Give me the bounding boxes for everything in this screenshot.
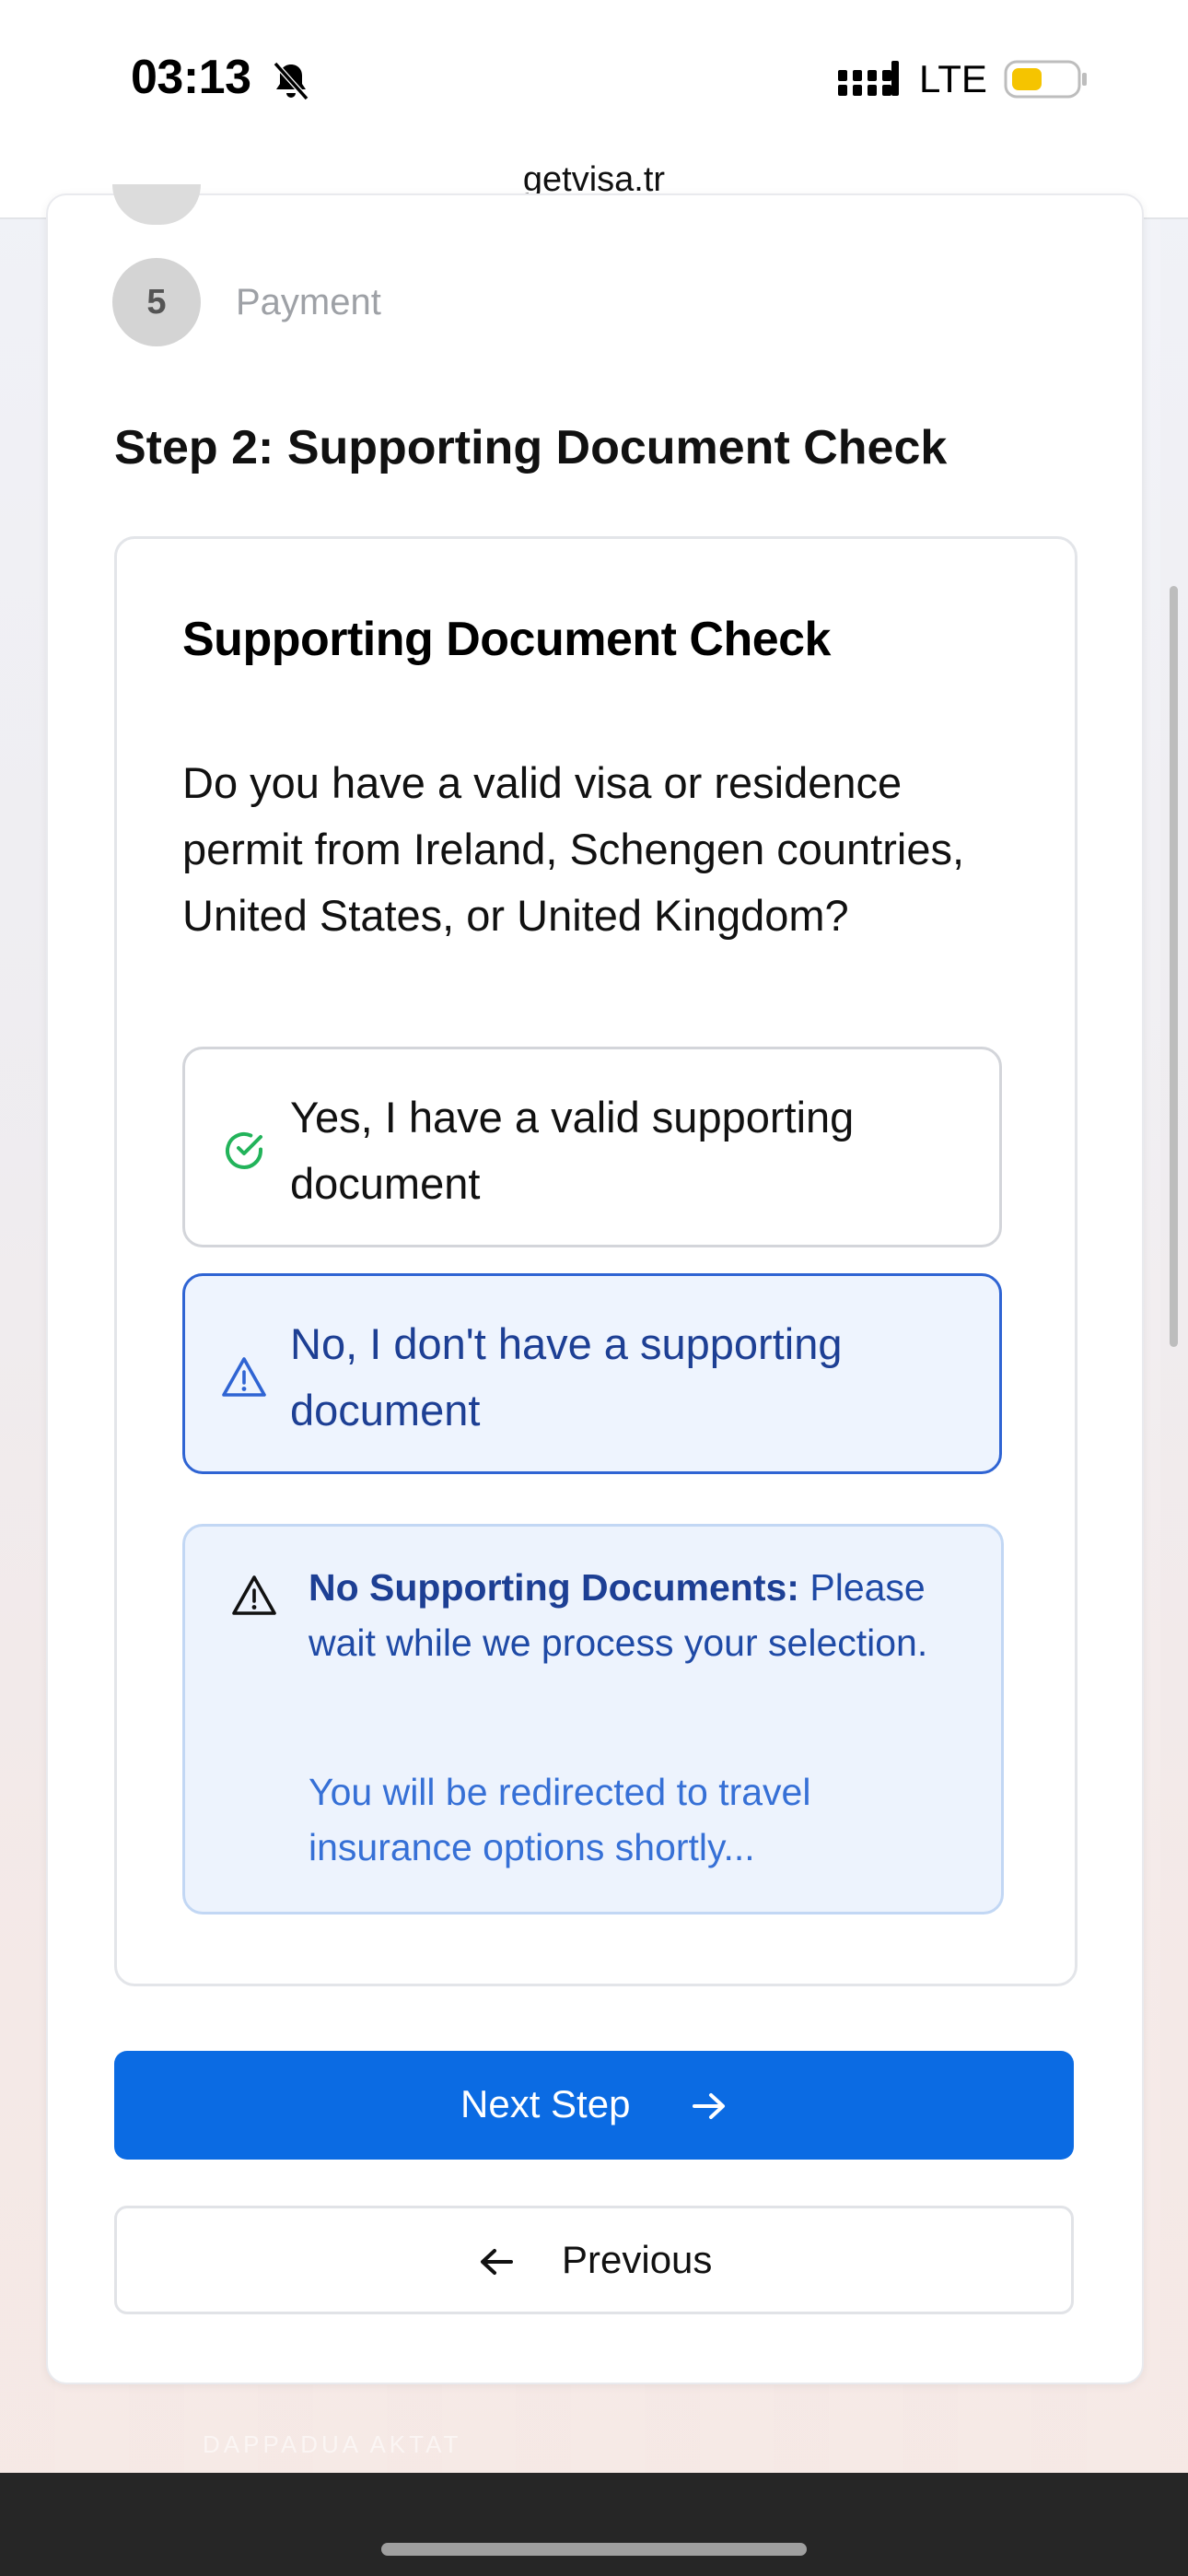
alert-redirect-note: You will be redirected to travel insuran… (309, 1771, 811, 1868)
no-documents-alert: No Supporting Documents: Please wait whi… (182, 1524, 1004, 1914)
next-step-button[interactable]: Next Step (114, 2051, 1074, 2160)
network-type: LTE (919, 57, 987, 100)
background-faded-text: DAPPADUA AKTAT (203, 2430, 462, 2458)
previous-label: Previous (562, 2238, 713, 2281)
page-scrollbar[interactable] (1170, 586, 1178, 1347)
arrow-right-icon (693, 2093, 725, 2119)
check-circle-icon (226, 1131, 262, 1169)
option-yes[interactable]: Yes, I have a valid supporting document (182, 1047, 1002, 1247)
step-number-badge: 5 (112, 258, 201, 346)
card-title: Supporting Document Check (182, 613, 831, 666)
signal-icon (838, 61, 899, 96)
home-bar-area (0, 2473, 1188, 2576)
section-heading: Step 2: Supporting Document Check (114, 421, 948, 474)
previous-button[interactable]: Previous (114, 2206, 1074, 2314)
next-step-label: Next Step (460, 2082, 631, 2125)
battery-icon (1004, 60, 1087, 99)
home-indicator[interactable] (381, 2543, 807, 2556)
warning-icon (222, 1357, 266, 1397)
question-text: Do you have a valid visa or residence pe… (182, 758, 965, 940)
option-no[interactable]: No, I don't have a supporting document (182, 1273, 1002, 1474)
step-label-payment: Payment (236, 282, 381, 322)
status-time: 03:13 (131, 51, 251, 104)
alert-title: No Supporting Documents: (309, 1566, 799, 1609)
alert-message: No Supporting Documents: Please wait whi… (309, 1560, 972, 1670)
arrow-left-icon (481, 2249, 513, 2275)
status-bar: 03:13 LTE (0, 0, 1188, 157)
bell-off-icon (273, 61, 309, 101)
option-no-label: No, I don't have a supporting document (290, 1319, 843, 1434)
alert-triangle-icon (232, 1575, 276, 1615)
option-yes-label: Yes, I have a valid supporting document (290, 1093, 855, 1208)
